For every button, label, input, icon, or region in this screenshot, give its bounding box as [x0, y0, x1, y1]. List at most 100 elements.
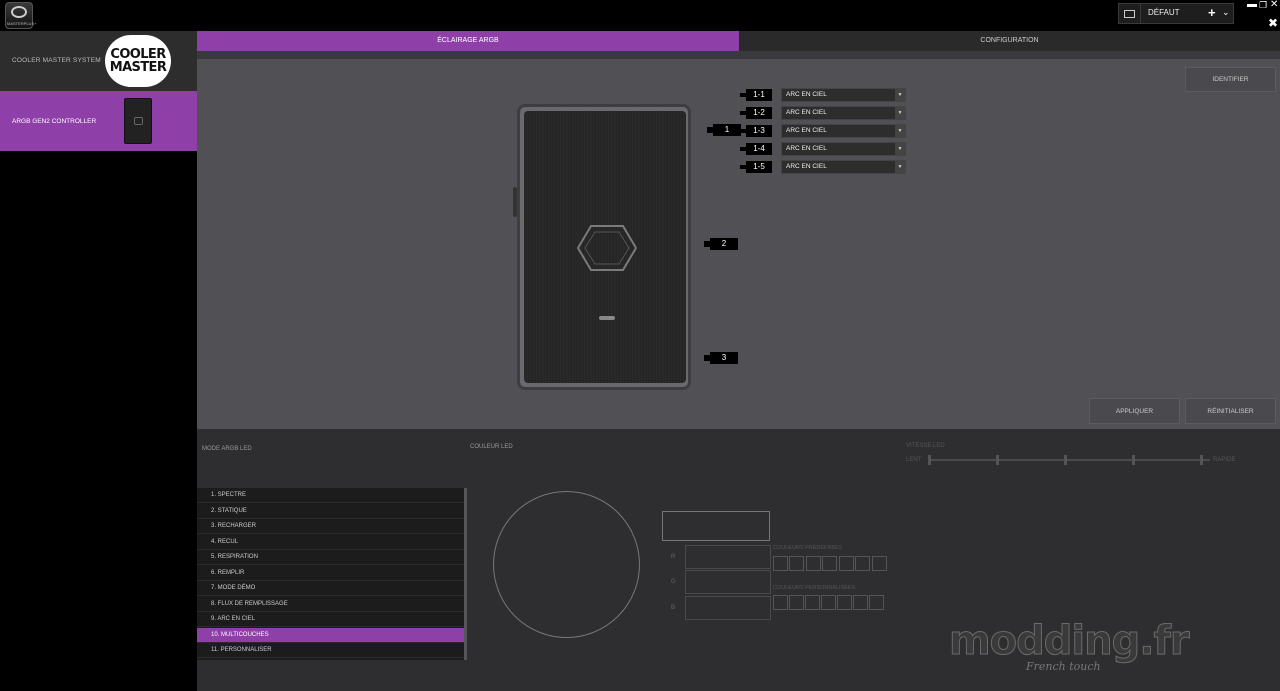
system-label: COOLER MASTER SYSTEM — [12, 57, 101, 64]
custom-colors-title: COULEURS PERSONNALISÉES — [773, 585, 856, 591]
mode-item-respiration[interactable]: 5. RESPIRATION — [197, 550, 464, 565]
speed-tick[interactable] — [1200, 455, 1203, 465]
port-1-5-tag[interactable]: 1-5 — [740, 161, 772, 173]
r-value-input[interactable] — [685, 545, 771, 569]
select-value: ARC EN CIEL — [786, 163, 827, 170]
port-1-3-tag[interactable]: 1-3 — [740, 125, 772, 137]
speed-tick[interactable] — [1132, 455, 1135, 465]
sidebar-item-system[interactable]: COOLER MASTER SYSTEM COOLER MASTER — [0, 31, 197, 91]
speed-slider[interactable] — [928, 455, 1210, 465]
controller-image — [517, 104, 691, 390]
minimize-icon[interactable]: ▬ — [1247, 0, 1257, 10]
mode-item-flux-remplissage[interactable]: 8. FLUX DE REMPLISSAGE — [197, 597, 464, 612]
select-value: ARC EN CIEL — [786, 127, 827, 134]
device-panel: 1 2 3 1-1 1-2 1-3 1-4 1-5 ARC EN CIEL ▼ A… — [197, 51, 1280, 429]
preset-colors-title: COULEURS PRÉDÉFINIES — [773, 545, 842, 551]
preset-swatch[interactable] — [839, 556, 854, 571]
color-section-title: COULEUR LED — [470, 444, 513, 450]
reset-button[interactable]: RÉINITIALISER — [1185, 398, 1276, 424]
port-1-5-mode-select[interactable]: ARC EN CIEL ▼ — [781, 160, 906, 174]
port-1-4-tag[interactable]: 1-4 — [740, 143, 772, 155]
b-label: B — [671, 605, 676, 611]
apply-button[interactable]: APPLIQUER — [1089, 398, 1180, 424]
preset-swatch[interactable] — [789, 556, 804, 571]
profile-selector[interactable]: DÉFAUT + ⌄ — [1118, 3, 1234, 24]
mode-item-arc-en-ciel[interactable]: 9. ARC EN CIEL — [197, 612, 464, 627]
select-value: ARC EN CIEL — [786, 109, 827, 116]
r-label: R — [671, 554, 676, 560]
port-1-4-mode-select[interactable]: ARC EN CIEL ▼ — [781, 142, 906, 156]
logo-ring-icon — [11, 6, 27, 18]
panel-close-icon[interactable]: ✖ — [1268, 16, 1278, 30]
port-1-2-tag[interactable]: 1-2 — [740, 107, 772, 119]
speed-slow-label: LENT — [906, 457, 922, 463]
custom-swatch[interactable] — [773, 595, 788, 610]
port-1-tag[interactable]: 1 — [707, 124, 741, 136]
preset-swatch[interactable] — [806, 556, 821, 571]
dropdown-arrow-icon[interactable]: ▼ — [895, 125, 905, 137]
mode-item-mode-demo[interactable]: 7. MODE DÉMO — [197, 581, 464, 596]
color-preview — [662, 511, 770, 541]
title-bar: MASTERPLUS+ DÉFAUT + ⌄ ▬ ❐ ✕ ✖ — [0, 0, 1280, 31]
maximize-icon[interactable]: ❐ — [1259, 0, 1267, 11]
masterplus-logo[interactable]: MASTERPLUS+ — [5, 2, 37, 29]
profile-image-icon[interactable] — [1119, 4, 1141, 23]
cooler-master-logo: COOLER MASTER — [105, 35, 171, 87]
select-value: ARC EN CIEL — [786, 145, 827, 152]
mode-item-personnaliser[interactable]: 11. PERSONNALISER — [197, 643, 464, 658]
custom-swatch[interactable] — [805, 595, 820, 610]
preset-swatch[interactable] — [872, 556, 887, 571]
select-value: ARC EN CIEL — [786, 91, 827, 98]
custom-swatch[interactable] — [789, 595, 804, 610]
preset-swatch[interactable] — [855, 556, 870, 571]
custom-swatch[interactable] — [869, 595, 884, 610]
profile-name: DÉFAUT — [1148, 8, 1180, 17]
watermark-subtext: French touch — [1026, 660, 1101, 673]
controller-led — [599, 316, 615, 320]
mode-item-remplir[interactable]: 6. REMPLIR — [197, 566, 464, 581]
custom-swatch[interactable] — [821, 595, 836, 610]
port-1-3-mode-select[interactable]: ARC EN CIEL ▼ — [781, 124, 906, 138]
tab-argb-lighting[interactable]: ÉCLAIRAGE ARGB — [197, 31, 739, 51]
preset-swatch[interactable] — [822, 556, 837, 571]
sidebar-item-argb-controller[interactable]: ARGB GEN2 CONTROLLER — [0, 91, 197, 151]
speed-tick[interactable] — [928, 455, 931, 465]
port-1-1-tag[interactable]: 1-1 — [740, 89, 772, 101]
mode-section-title: MODE ARGB LED — [202, 446, 252, 452]
port-2-tag[interactable]: 2 — [704, 238, 738, 250]
tab-configuration[interactable]: CONFIGURATION — [739, 31, 1280, 51]
dropdown-arrow-icon[interactable]: ▼ — [895, 161, 905, 173]
speed-tick[interactable] — [1064, 455, 1067, 465]
logo-text: MASTERPLUS+ — [7, 21, 37, 26]
device-label: ARGB GEN2 CONTROLLER — [12, 118, 97, 125]
add-profile-button[interactable]: + — [1208, 5, 1216, 20]
dropdown-arrow-icon[interactable]: ▼ — [895, 143, 905, 155]
close-icon[interactable]: ✕ — [1270, 0, 1278, 10]
speed-tick[interactable] — [996, 455, 999, 465]
chevron-down-icon[interactable]: ⌄ — [1222, 7, 1230, 18]
watermark: modding.fr French touch — [949, 618, 1191, 680]
identify-button[interactable]: IDENTIFIER — [1185, 67, 1276, 92]
custom-swatch[interactable] — [837, 595, 852, 610]
g-value-input[interactable] — [685, 570, 771, 594]
dropdown-arrow-icon[interactable]: ▼ — [895, 89, 905, 101]
watermark-text: modding.fr — [949, 618, 1191, 665]
mode-item-spectre[interactable]: 1. SPECTRE — [197, 488, 464, 503]
g-label: G — [671, 579, 676, 585]
custom-swatch[interactable] — [853, 595, 868, 610]
mode-item-recul[interactable]: 4. RECUL — [197, 535, 464, 550]
port-1-1-mode-select[interactable]: ARC EN CIEL ▼ — [781, 88, 906, 102]
color-wheel[interactable] — [493, 491, 640, 638]
b-value-input[interactable] — [685, 596, 771, 620]
port-1-2-mode-select[interactable]: ARC EN CIEL ▼ — [781, 106, 906, 120]
speed-section-title: VITESSE LED — [906, 443, 945, 449]
dropdown-arrow-icon[interactable]: ▼ — [895, 107, 905, 119]
mode-item-recharger[interactable]: 3. RECHARGER — [197, 519, 464, 534]
speed-fast-label: RAPIDE — [1213, 457, 1236, 463]
mode-item-multicouches[interactable]: 10. MULTICOUCHES — [197, 627, 464, 643]
mode-item-statique[interactable]: 2. STATIQUE — [197, 504, 464, 519]
preset-swatch[interactable] — [773, 556, 788, 571]
port-3-tag[interactable]: 3 — [704, 352, 738, 364]
sidebar: COOLER MASTER SYSTEM COOLER MASTER ARGB … — [0, 31, 197, 691]
controller-thumbnail — [124, 98, 152, 144]
